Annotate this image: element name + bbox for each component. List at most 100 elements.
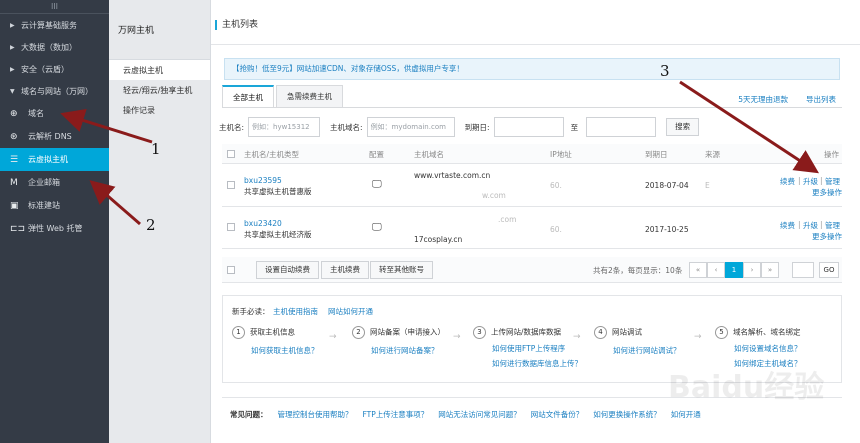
nav-item-dns[interactable]: ⊛ 云解析 DNS <box>0 125 109 148</box>
table-header: 主机名/主机类型 配置 主机域名 IP地址 到期日 来源 操作 <box>222 144 842 164</box>
secondary-item-logs[interactable]: 操作记录 <box>109 100 210 120</box>
select-all-checkbox[interactable] <box>227 150 235 158</box>
step-number: 3 <box>473 326 486 339</box>
secondary-item-virtual-host[interactable]: 云虚拟主机 <box>109 60 210 80</box>
arrow-right-icon: → <box>453 332 461 342</box>
caret-down-icon: ▼ <box>10 87 15 95</box>
step-link[interactable]: 如何进行网站调试？ <box>613 345 681 356</box>
nav-group-label: 安全（云盾） <box>21 64 69 74</box>
arrow-right-icon: → <box>329 332 337 342</box>
step-number: 4 <box>594 326 607 339</box>
step-3: 3 上传网站/数据库数据 如何使用FTP上传程序 如何进行数据库信息上传？ <box>473 326 582 369</box>
step-2: 2 网站备案（申请接入） 如何进行网站备案？ <box>352 326 445 356</box>
step-link[interactable]: 如何使用FTP上传程序 <box>492 343 582 354</box>
export-link[interactable]: 导出列表 <box>806 95 836 104</box>
divider: | <box>798 176 801 185</box>
search-button[interactable]: 搜索 <box>666 118 700 136</box>
row-checkbox[interactable] <box>227 181 235 189</box>
nav-group-bigdata[interactable]: ▶ 大数据（数加） <box>0 36 109 58</box>
nav-group-cloud[interactable]: ▶ 云计算基础服务 <box>0 14 109 36</box>
step-link[interactable]: 如何进行网站备案？ <box>371 345 445 356</box>
first-page-icon[interactable]: « <box>689 262 707 278</box>
host-type: 共享虚拟主机普惠版 <box>244 187 312 196</box>
faq-link[interactable]: 如何更换操作系统？ <box>593 409 661 420</box>
footer-checkbox[interactable] <box>227 266 235 274</box>
domain-input[interactable]: 例如：mydomain.com <box>366 117 455 137</box>
table-row: bxu23420 共享虚拟主机经济版 🖵 .com 17cosplay.cn 6… <box>222 207 842 249</box>
refund-link[interactable]: 5天无理由退款 <box>738 95 788 104</box>
faq-link[interactable]: 网站文件备份？ <box>531 409 584 420</box>
renew-button[interactable]: 主机续费 <box>321 261 369 279</box>
host-ip: 60. <box>550 181 562 190</box>
nav-item-site[interactable]: ▣ 标准建站 <box>0 194 109 217</box>
sidebar-handle[interactable]: III <box>0 0 109 14</box>
tab-all-hosts[interactable]: 全部主机 <box>222 85 274 107</box>
faq-link[interactable]: FTP上传注意事项？ <box>363 409 429 420</box>
more-actions-link[interactable]: 更多操作 <box>812 231 842 242</box>
table-row: bxu23595 共享虚拟主机普惠版 🖵 www.vrtaste.com.cn … <box>222 165 842 207</box>
host-name-link[interactable]: bxu23595 <box>244 176 282 185</box>
nav-item-label: 云虚拟主机 <box>28 155 68 164</box>
step-link[interactable]: 如何设置域名信息？ <box>734 343 802 354</box>
guide-title: 新手必读： <box>232 307 270 316</box>
nav-item-virtual-host[interactable]: ☰ 云虚拟主机 <box>0 148 109 171</box>
renew-link[interactable]: 续费 <box>780 176 795 187</box>
nav-group-domain[interactable]: ▼ 域名与网站（万网） <box>0 80 109 102</box>
monitor-icon: 🖵 <box>372 179 382 190</box>
prev-page-icon[interactable]: ‹ <box>707 262 725 278</box>
divider: | <box>820 220 823 229</box>
col-ip: IP地址 <box>550 150 572 159</box>
caret-right-icon: ▶ <box>10 43 15 51</box>
nav-item-mail[interactable]: M 企业邮箱 <box>0 171 109 194</box>
nav-item-web-hosting[interactable]: ⊏⊐ 弹性 Web 托管 <box>0 217 109 240</box>
host-domain-alt: 17cosplay.cn <box>414 235 463 244</box>
faq-link[interactable]: 管理控制台使用帮助？ <box>278 409 353 420</box>
nav-item-label: 弹性 Web 托管 <box>28 224 83 233</box>
nav-item-domain[interactable]: ⊕ 域名 <box>0 102 109 125</box>
mail-icon: M <box>10 177 18 188</box>
page-current[interactable]: 1 <box>725 262 743 278</box>
nav-group-security[interactable]: ▶ 安全（云盾） <box>0 58 109 80</box>
auto-renew-button[interactable]: 设置自动续费 <box>256 261 319 279</box>
host-label: 主机名: <box>219 122 245 132</box>
nav-item-label: 域名 <box>28 109 44 118</box>
manage-link[interactable]: 管理 <box>825 220 840 231</box>
secondary-item-light-cloud[interactable]: 轻云/翔云/独享主机 <box>109 80 210 100</box>
guide-link-manual[interactable]: 主机使用指南 <box>273 306 318 317</box>
renew-link[interactable]: 续费 <box>780 220 795 231</box>
promo-banner[interactable]: 【抢购！低至9元】网站加速CDN、对象存储OSS，供虚拟用户专享！ <box>224 58 840 80</box>
col-config: 配置 <box>369 150 384 159</box>
divider: | <box>798 220 801 229</box>
upgrade-link[interactable]: 升级 <box>803 176 818 187</box>
tab-bar: 全部主机 急需续费主机 <box>222 85 345 107</box>
date-from-input[interactable] <box>493 117 564 137</box>
upgrade-link[interactable]: 升级 <box>803 220 818 231</box>
step-number: 5 <box>715 326 728 339</box>
host-name-link[interactable]: bxu23420 <box>244 219 282 228</box>
arrow-right-icon: → <box>694 332 702 342</box>
tab-renewal-hosts[interactable]: 急需续费主机 <box>276 85 343 107</box>
guide-link-open[interactable]: 网站如何开通 <box>328 306 373 317</box>
annotation-number: 3 <box>660 62 670 80</box>
faq-link[interactable]: 如何开通 <box>671 409 701 420</box>
caret-right-icon: ▶ <box>10 21 15 29</box>
step-number: 2 <box>352 326 365 339</box>
table-footer: 设置自动续费 主机续费 转至其他账号 共有2条，每页显示：10条 « ‹ 1 ›… <box>222 257 842 283</box>
step-link-secondary[interactable]: 如何进行数据库信息上传？ <box>492 358 582 369</box>
date-to-input[interactable] <box>586 117 657 137</box>
manage-link[interactable]: 管理 <box>825 176 840 187</box>
pagination-summary: 共有2条，每页显示：10条 <box>593 266 683 275</box>
transfer-button[interactable]: 转至其他账号 <box>370 261 433 279</box>
col-domain: 主机域名 <box>414 150 444 159</box>
monitor-icon: 🖵 <box>372 222 382 233</box>
step-link[interactable]: 如何获取主机信息？ <box>251 345 319 356</box>
host-name-input[interactable]: 例如：hyw15312 <box>248 117 321 137</box>
last-page-icon[interactable]: » <box>761 262 779 278</box>
page-jump-input[interactable] <box>792 262 814 278</box>
go-button[interactable]: GO <box>819 262 839 278</box>
step-4: 4 网站调试 如何进行网站调试？ <box>594 326 681 356</box>
next-page-icon[interactable]: › <box>743 262 761 278</box>
row-checkbox[interactable] <box>227 223 235 231</box>
faq-link[interactable]: 网站无法访问常见问题？ <box>438 409 521 420</box>
more-actions-link[interactable]: 更多操作 <box>812 187 842 198</box>
